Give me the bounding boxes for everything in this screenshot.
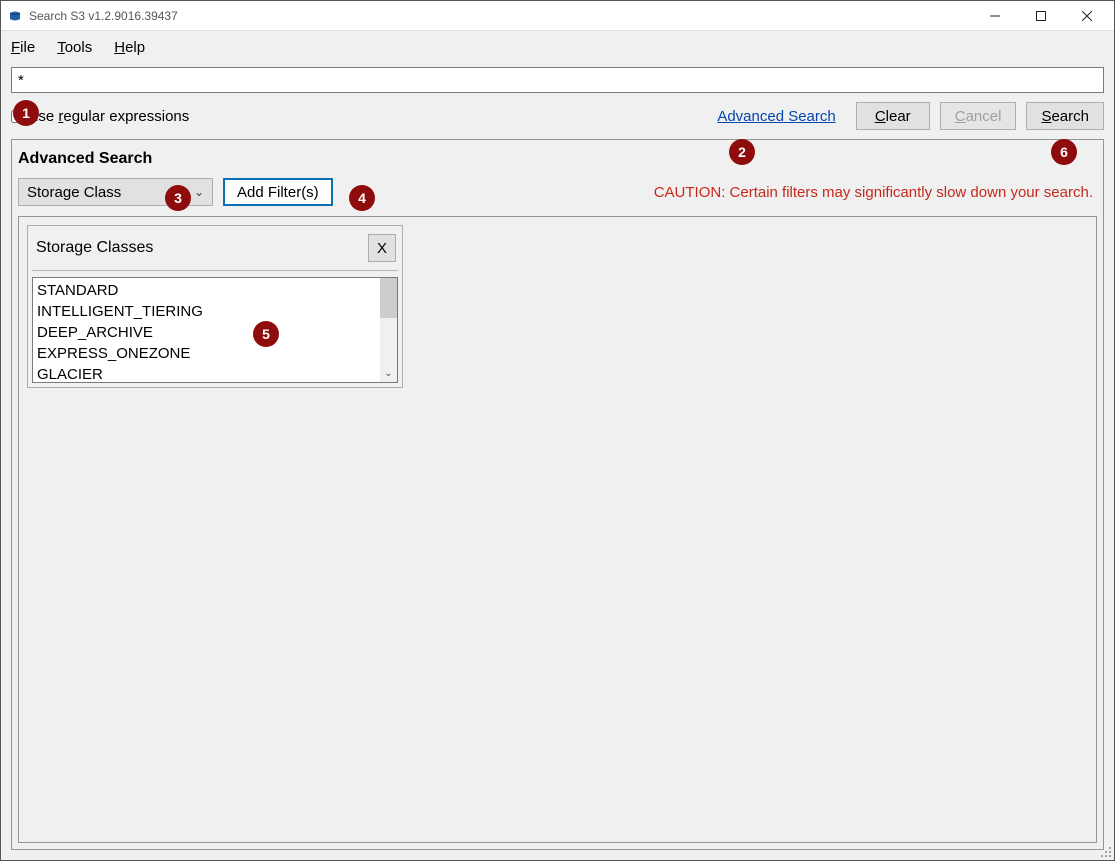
- list-item[interactable]: DEEP_ARCHIVE: [37, 322, 393, 343]
- scroll-down-icon[interactable]: ⌄: [380, 365, 397, 382]
- search-row: [1, 63, 1114, 93]
- list-item[interactable]: STANDARD: [37, 280, 393, 301]
- advanced-search-title: Advanced Search: [12, 140, 1103, 178]
- search-input[interactable]: [11, 67, 1104, 93]
- filter-card-title: Storage Classes: [36, 239, 153, 257]
- search-button[interactable]: Search: [1026, 102, 1104, 130]
- list-item[interactable]: GLACIER: [37, 364, 393, 383]
- window-title: Search S3 v1.2.9016.39437: [29, 9, 178, 23]
- menu-bar: File Tools Help: [1, 31, 1114, 63]
- app-icon: [7, 8, 23, 24]
- storage-classes-filter-card: Storage Classes X STANDARD INTELLIGENT_T…: [27, 225, 403, 388]
- filter-type-value: Storage Class: [27, 184, 121, 201]
- maximize-button[interactable]: [1018, 1, 1064, 31]
- storage-class-listbox[interactable]: STANDARD INTELLIGENT_TIERING DEEP_ARCHIV…: [32, 277, 398, 383]
- list-item[interactable]: INTELLIGENT_TIERING: [37, 301, 393, 322]
- menu-tools[interactable]: Tools: [57, 39, 92, 56]
- minimize-button[interactable]: [972, 1, 1018, 31]
- options-row: use regular expressions Advanced Search …: [1, 93, 1114, 139]
- advanced-search-link[interactable]: Advanced Search: [717, 108, 835, 125]
- caution-text: CAUTION: Certain filters may significant…: [654, 184, 1097, 201]
- title-bar: Search S3 v1.2.9016.39437: [1, 1, 1114, 31]
- advanced-controls-row: Storage Class ⌄ Add Filter(s) CAUTION: C…: [12, 178, 1103, 216]
- menu-file[interactable]: File: [11, 39, 35, 56]
- list-item[interactable]: EXPRESS_ONEZONE: [37, 343, 393, 364]
- chevron-down-icon: ⌄: [194, 185, 204, 199]
- filters-container: Storage Classes X STANDARD INTELLIGENT_T…: [18, 216, 1097, 843]
- filter-card-close-button[interactable]: X: [368, 234, 396, 262]
- app-window: Search S3 v1.2.9016.39437 File Tools Hel…: [0, 0, 1115, 861]
- advanced-search-panel: Advanced Search Storage Class ⌄ Add Filt…: [11, 139, 1104, 850]
- divider: [32, 270, 398, 271]
- close-button[interactable]: [1064, 1, 1110, 31]
- menu-help[interactable]: Help: [114, 39, 145, 56]
- scrollbar[interactable]: ⌄: [380, 278, 397, 382]
- regex-checkbox[interactable]: [11, 110, 24, 123]
- add-filter-button[interactable]: Add Filter(s): [223, 178, 333, 206]
- resize-grip-icon[interactable]: [1098, 844, 1112, 858]
- cancel-button[interactable]: Cancel: [940, 102, 1017, 130]
- scroll-thumb[interactable]: [380, 278, 397, 318]
- clear-button[interactable]: Clear: [856, 102, 930, 130]
- filter-type-select[interactable]: Storage Class ⌄: [18, 178, 213, 206]
- regex-checkbox-label[interactable]: use regular expressions: [11, 108, 189, 125]
